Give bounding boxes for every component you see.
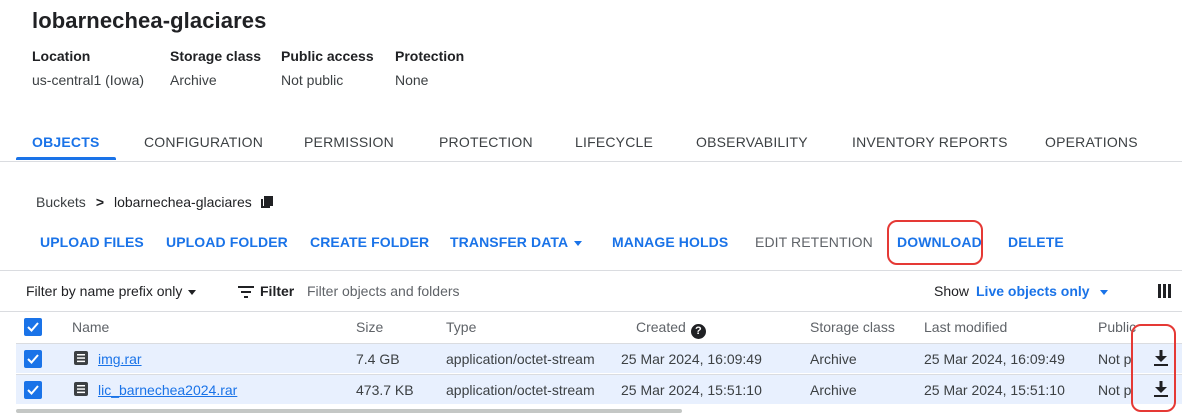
object-type: application/octet-stream [446,351,595,367]
object-public: Not p [1098,351,1132,367]
live-objects-select[interactable]: Live objects only [976,283,1108,299]
column-header-created-label: Created [636,319,686,335]
filter-input[interactable]: Filter objects and folders [307,283,460,299]
meta-location: Location us-central1 (Iowa) [32,48,144,88]
table-row[interactable]: lic_barnechea2024.rar 473.7 KB applicati… [16,374,1182,404]
meta-value: Archive [170,72,217,88]
column-header-name[interactable]: Name [72,319,109,335]
download-icons-highlight [1131,324,1176,412]
upload-folder-button[interactable]: UPLOAD FOLDER [166,234,288,250]
tab-lifecycle[interactable]: LIFECYCLE [575,134,653,150]
object-last-modified: 25 Mar 2024, 15:51:10 [924,382,1065,398]
object-last-modified: 25 Mar 2024, 16:09:49 [924,351,1065,367]
file-icon [74,351,88,365]
tab-permission[interactable]: PERMISSION [304,134,394,150]
tab-configuration[interactable]: CONFIGURATION [144,134,263,150]
table-row[interactable]: img.rar 7.4 GB application/octet-stream … [16,343,1182,373]
meta-label: Protection [395,48,465,64]
select-all-checkbox[interactable] [24,318,42,336]
meta-storage-class: Storage class Archive [170,48,261,88]
column-header-type[interactable]: Type [446,319,476,335]
object-type: application/octet-stream [446,382,595,398]
active-tab-indicator [16,157,116,160]
tab-bar: OBJECTS CONFIGURATION PERMISSION PROTECT… [0,126,1182,162]
meta-value: None [395,72,429,88]
file-icon [74,382,88,396]
show-label: Show [934,283,970,299]
column-header-size[interactable]: Size [356,319,383,335]
tab-objects[interactable]: OBJECTS [32,134,100,150]
object-storage-class: Archive [810,382,857,398]
edit-retention-button[interactable]: EDIT RETENTION [755,234,873,250]
object-name-link[interactable]: lic_barnechea2024.rar [98,382,237,398]
breadcrumb-current: lobarnechea-glaciares [114,194,252,210]
caret-down-icon [1099,289,1108,295]
filter-mode-label: Filter by name prefix only [26,283,183,299]
caret-down-icon [188,289,197,295]
column-display-icon[interactable] [1158,284,1172,301]
column-header-storage-class[interactable]: Storage class [810,319,895,335]
object-storage-class: Archive [810,351,857,367]
tab-operations[interactable]: OPERATIONS [1045,134,1138,150]
row-checkbox[interactable] [24,350,42,368]
manage-holds-button[interactable]: MANAGE HOLDS [612,234,728,250]
meta-label: Public access [281,48,374,64]
object-created: 25 Mar 2024, 15:51:10 [621,382,762,398]
object-size: 7.4 GB [356,351,400,367]
tab-inventory-reports[interactable]: INVENTORY REPORTS [852,134,1008,150]
download-highlight [887,220,983,265]
meta-public-access: Public access Not public [281,48,374,88]
transfer-data-label: TRANSFER DATA [450,234,569,250]
meta-label: Location [32,48,91,64]
meta-protection: Protection None [395,48,464,88]
delete-button[interactable]: DELETE [1008,234,1064,250]
meta-value: Not public [281,72,344,88]
table-header-row: Name Size Type Created? Storage class La… [16,312,1182,342]
filter-label: Filter [260,283,295,299]
live-objects-label: Live objects only [976,283,1090,299]
help-icon[interactable]: ? [690,324,706,339]
tab-observability[interactable]: OBSERVABILITY [696,134,808,150]
object-public: Not p [1098,382,1132,398]
filter-icon [238,285,254,301]
column-header-last-modified[interactable]: Last modified [924,319,1007,335]
tab-protection[interactable]: PROTECTION [439,134,533,150]
breadcrumb: Buckets > lobarnechea-glaciares [36,194,274,210]
breadcrumb-buckets[interactable]: Buckets [36,194,86,210]
object-size: 473.7 KB [356,382,414,398]
meta-label: Storage class [170,48,262,64]
breadcrumb-separator: > [95,194,104,210]
create-folder-button[interactable]: CREATE FOLDER [310,234,429,250]
row-checkbox[interactable] [24,381,42,399]
transfer-data-button[interactable]: TRANSFER DATA [450,234,583,250]
filter-bar: Filter by name prefix only Filter Filter… [0,270,1182,312]
copy-icon[interactable] [260,195,274,209]
column-header-created[interactable]: Created? [636,319,706,339]
caret-down-icon [574,240,583,246]
object-created: 25 Mar 2024, 16:09:49 [621,351,762,367]
upload-files-button[interactable]: UPLOAD FILES [40,234,144,250]
meta-value: us-central1 (Iowa) [32,72,145,88]
horizontal-scrollbar[interactable] [16,409,682,413]
filter-mode-select[interactable]: Filter by name prefix only [26,283,197,299]
object-name-link[interactable]: img.rar [98,351,142,367]
bucket-title: lobarnechea-glaciares [32,8,267,33]
